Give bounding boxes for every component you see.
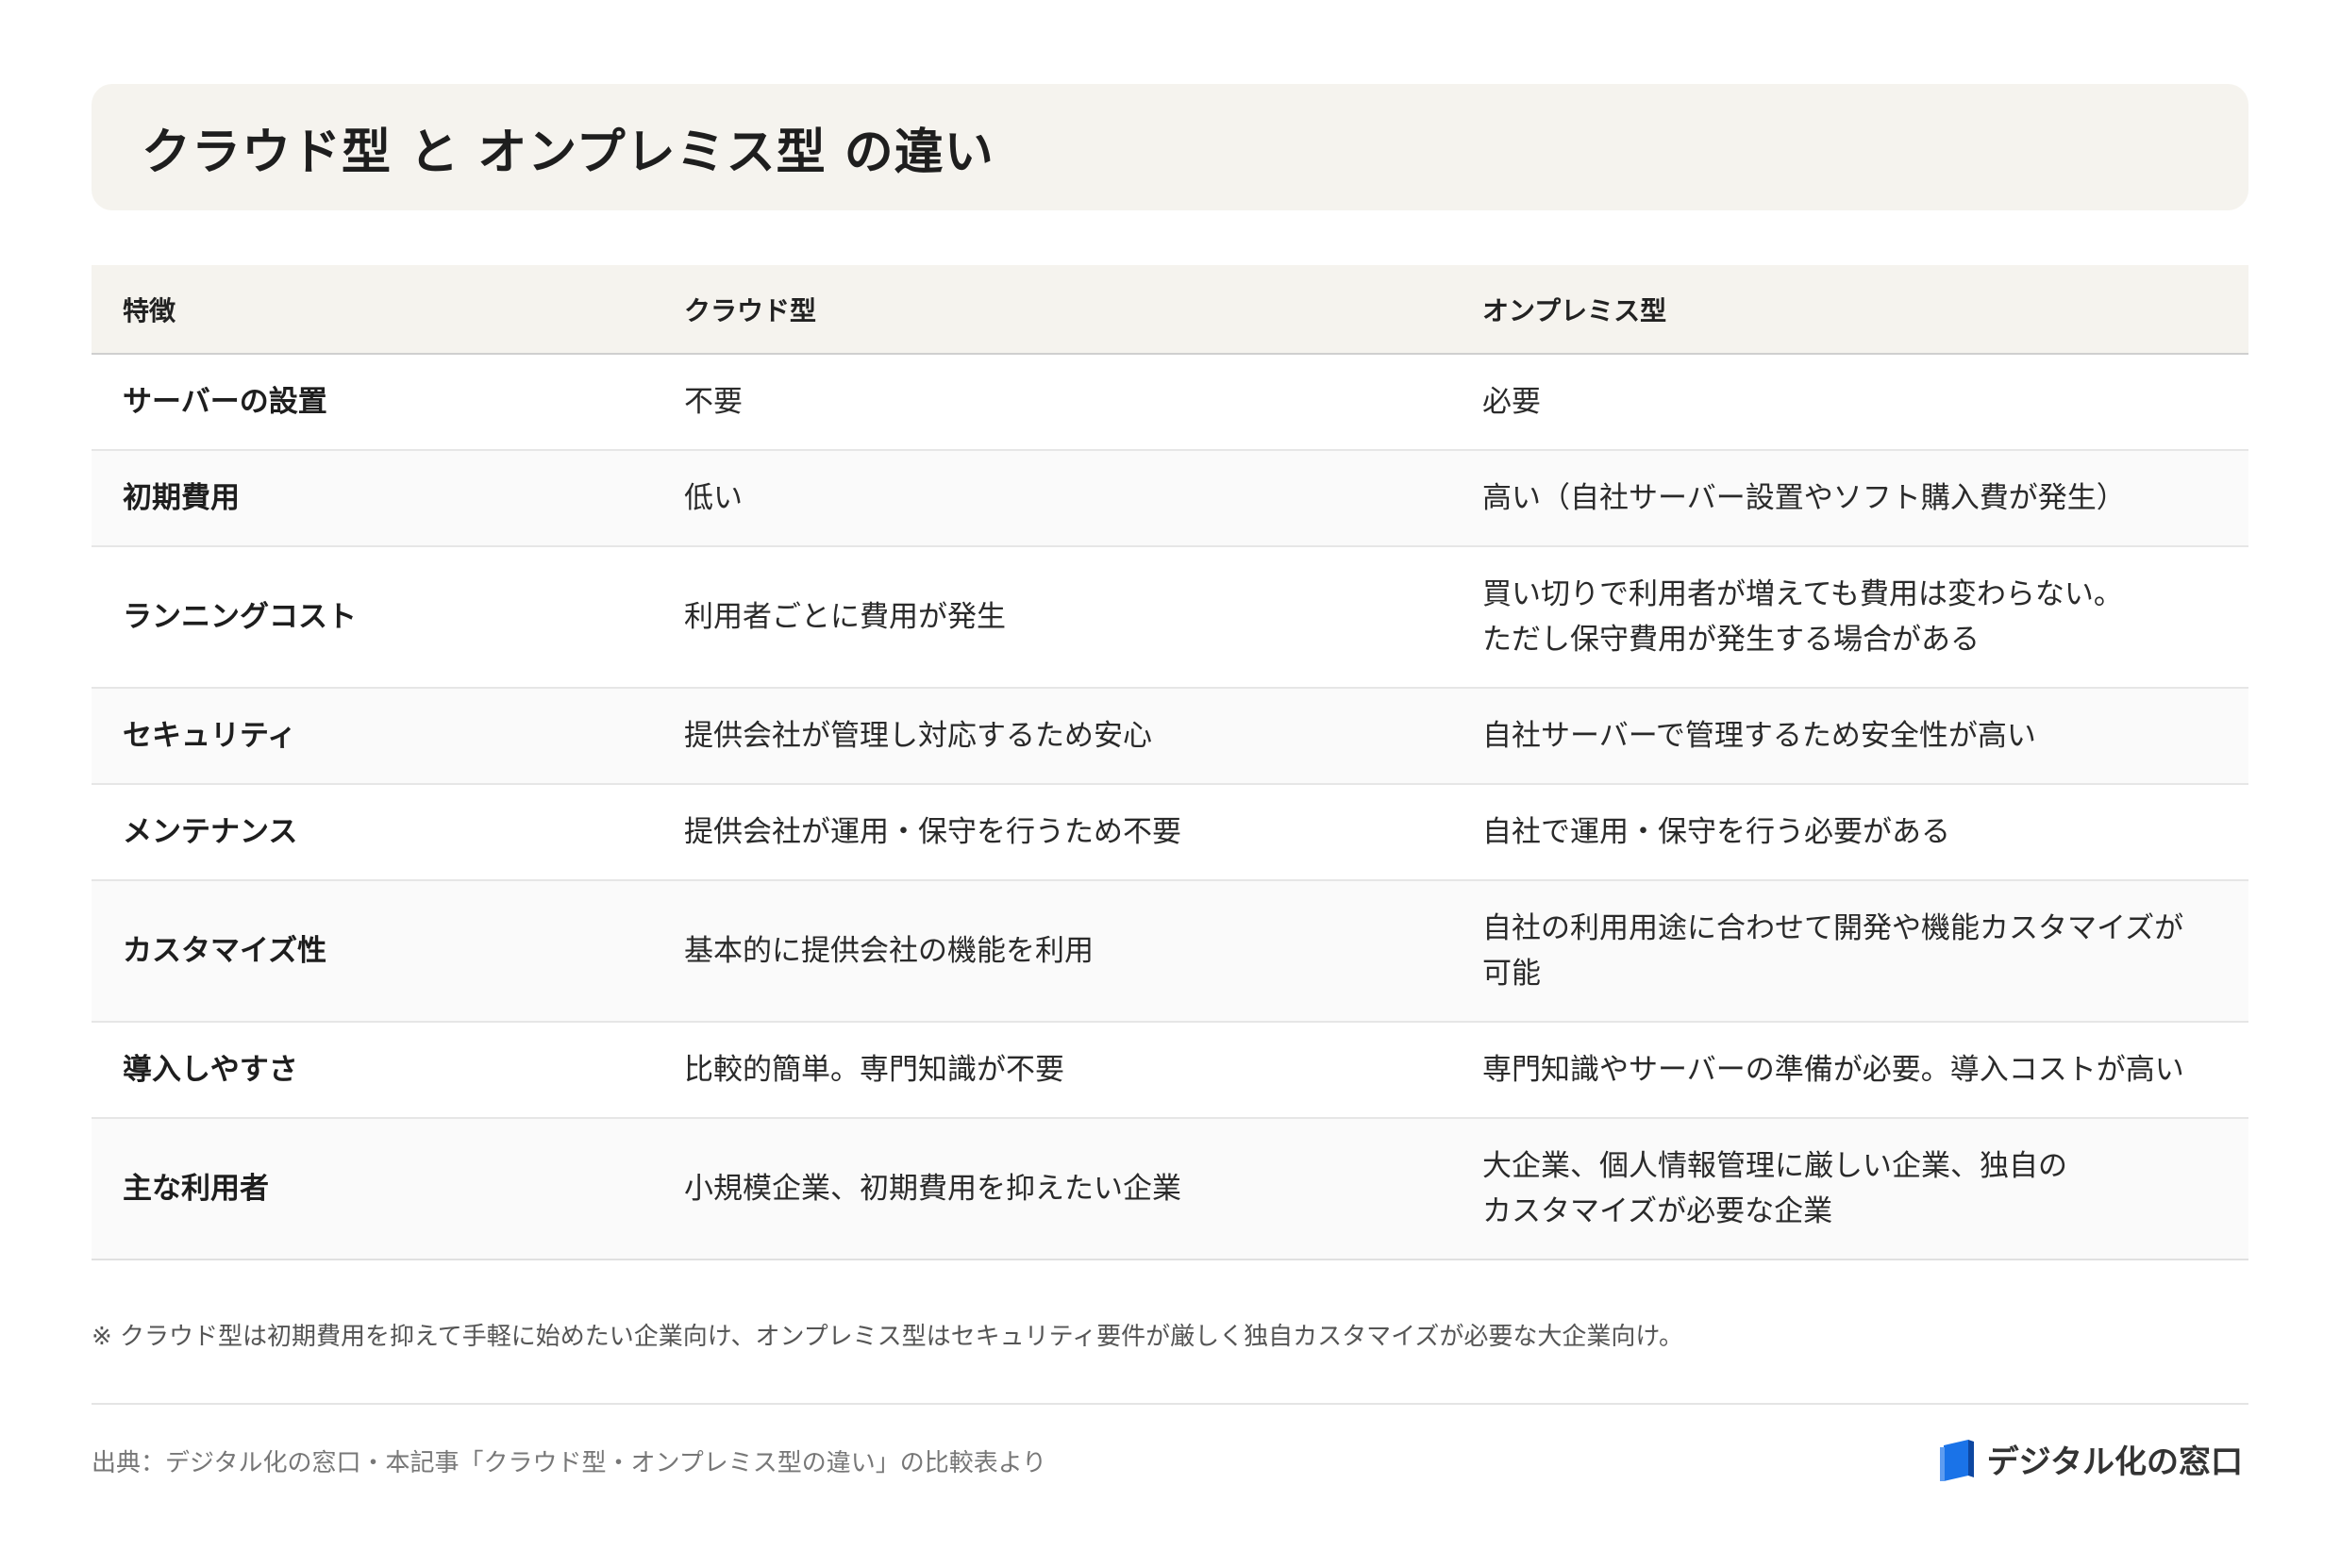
onprem-cell: 自社の利用用途に合わせて開発や機能カスタマイズが 可能 xyxy=(1451,880,2248,1023)
brand-logo-link[interactable]: デジタル化の窓口 xyxy=(1939,1436,2243,1482)
source-credit: 出典：デジタル化の窓口・本記事「クラウド型・オンプレミス型の違い」の比較表より xyxy=(92,1449,1047,1477)
cloud-cell: 提供会社が運用・保守を行うため不要 xyxy=(653,784,1451,881)
table-row: 主な利用者 小規模企業、初期費用を抑えたい企業 大企業、個人情報管理に厳しい企業… xyxy=(92,1118,2248,1260)
header-cloud: クラウド型 xyxy=(653,265,1451,355)
feature-cell: カスタマイズ性 xyxy=(92,880,653,1023)
page: クラウド型 と オンプレミス型 の違い 特徴 クラウド型 オンプレミス型 サーバ… xyxy=(0,0,2340,1568)
table-row: サーバーの設置 不要 必要 xyxy=(92,354,2248,451)
cloud-cell: 小規模企業、初期費用を抑えたい企業 xyxy=(653,1118,1451,1260)
title-banner: クラウド型 と オンプレミス型 の違い xyxy=(92,84,2248,210)
onprem-cell: 大企業、個人情報管理に厳しい企業、独自の カスタマイズが必要な企業 xyxy=(1451,1118,2248,1260)
cloud-cell: 利用者ごとに費用が発生 xyxy=(653,546,1451,689)
table-row: カスタマイズ性 基本的に提供会社の機能を利用 自社の利用用途に合わせて開発や機能… xyxy=(92,880,2248,1023)
blue-book-icon xyxy=(1939,1439,1974,1481)
onprem-cell: 専門知識やサーバーの準備が必要。導入コストが高い xyxy=(1451,1022,2248,1119)
table-row: セキュリティ 提供会社が管理し対応するため安心 自社サーバーで管理するため安全性… xyxy=(92,688,2248,785)
footnote: ※ クラウド型は初期費用を抑えて手軽に始めたい企業向け、オンプレミス型はセキュリ… xyxy=(92,1323,1684,1351)
cloud-cell: 基本的に提供会社の機能を利用 xyxy=(653,880,1451,1023)
cloud-cell: 低い xyxy=(653,450,1451,547)
feature-cell: 導入しやすさ xyxy=(92,1022,653,1119)
table-row: メンテナンス 提供会社が運用・保守を行うため不要 自社で運用・保守を行う必要があ… xyxy=(92,784,2248,881)
header-feature: 特徴 xyxy=(92,265,653,355)
cloud-cell: 不要 xyxy=(653,354,1451,451)
feature-cell: 主な利用者 xyxy=(92,1118,653,1260)
comparison-table: 特徴 クラウド型 オンプレミス型 サーバーの設置 不要 必要 初期費用 低い 高… xyxy=(92,265,2248,1260)
onprem-cell: 高い（自社サーバー設置やソフト購入費が発生） xyxy=(1451,450,2248,547)
table-row: ランニングコスト 利用者ごとに費用が発生 買い切りで利用者が増えても費用は変わら… xyxy=(92,546,2248,689)
onprem-cell: 自社サーバーで管理するため安全性が高い xyxy=(1451,688,2248,785)
feature-cell: セキュリティ xyxy=(92,688,653,785)
feature-cell: ランニングコスト xyxy=(92,546,653,689)
footer-divider xyxy=(92,1403,2248,1405)
header-onprem: オンプレミス型 xyxy=(1451,265,2248,355)
feature-cell: メンテナンス xyxy=(92,784,653,881)
feature-cell: サーバーの設置 xyxy=(92,354,653,451)
page-title: クラウド型 と オンプレミス型 の違い xyxy=(142,124,994,181)
onprem-cell: 必要 xyxy=(1451,354,2248,451)
table-row: 導入しやすさ 比較的簡単。専門知識が不要 専門知識やサーバーの準備が必要。導入コ… xyxy=(92,1022,2248,1119)
cloud-cell: 比較的簡単。専門知識が不要 xyxy=(653,1022,1451,1119)
cloud-cell: 提供会社が管理し対応するため安心 xyxy=(653,688,1451,785)
onprem-cell: 自社で運用・保守を行う必要がある xyxy=(1451,784,2248,881)
onprem-cell: 買い切りで利用者が増えても費用は変わらない。 ただし保守費用が発生する場合がある xyxy=(1451,546,2248,689)
brand-name: デジタル化の窓口 xyxy=(1986,1443,2243,1481)
table-row: 初期費用 低い 高い（自社サーバー設置やソフト購入費が発生） xyxy=(92,450,2248,547)
table-header-row: 特徴 クラウド型 オンプレミス型 xyxy=(92,265,2248,355)
feature-cell: 初期費用 xyxy=(92,450,653,547)
